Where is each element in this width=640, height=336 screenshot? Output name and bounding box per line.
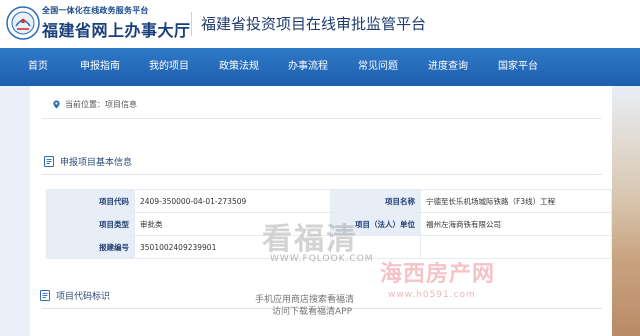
project-name-value: 宁德至长乐机场城际铁路（F3线）工程: [420, 189, 612, 213]
nav-faq[interactable]: 常见问题: [358, 48, 398, 86]
nav-my-projects[interactable]: 我的项目: [149, 48, 189, 86]
section-basic-info: 申报项目基本信息: [44, 155, 132, 168]
project-code-label: 项目代码: [46, 189, 135, 213]
header-divider: [191, 12, 192, 36]
nav-home[interactable]: 首页: [28, 48, 48, 86]
project-name-label: 项目名称: [330, 189, 421, 213]
breadcrumb: 当前位置： 项目信息: [52, 97, 137, 111]
project-type-label: 项目类型: [46, 212, 135, 236]
main-nav: 首页 申报指南 我的项目 政策法规 办事流程 常见问题 进度查询 国家平台: [0, 48, 640, 86]
project-info-table: 项目代码 2409-350000-04-01-273509 项目名称 宁德至长乐…: [46, 189, 612, 259]
report-no-label: 报建编号: [46, 235, 135, 259]
nav-national-platform[interactable]: 国家平台: [498, 48, 538, 86]
report-no-value: 3501002409239901: [134, 235, 331, 259]
legal-unit-value: 福州左海商铁有限公司: [420, 212, 612, 236]
page-backdrop-right: [612, 86, 640, 336]
document-icon: [44, 156, 54, 167]
breadcrumb-label: 当前位置：: [65, 99, 105, 109]
project-type-value: 审批类: [134, 212, 331, 236]
table-row: 项目代码 2409-350000-04-01-273509 项目名称 宁德至长乐…: [46, 189, 612, 213]
empty-cell: [420, 235, 612, 259]
location-pin-icon: [53, 99, 60, 109]
section-basic-title: 申报项目基本信息: [60, 158, 133, 168]
section-code-divider: [42, 308, 602, 309]
nav-guide[interactable]: 申报指南: [80, 48, 120, 86]
section-code-title: 项目代码标识: [56, 292, 111, 302]
page-backdrop-left: [0, 86, 30, 336]
table-row: 项目类型 审批类 项目（法人）单位 福州左海商铁有限公司: [46, 212, 612, 236]
document-icon: [40, 290, 50, 301]
breadcrumb-current: 项目信息: [105, 99, 137, 109]
section-basic-divider: [42, 174, 602, 175]
table-row: 报建编号 3501002409239901: [46, 235, 612, 259]
empty-cell: [330, 235, 421, 259]
emblem-icon: [6, 6, 40, 40]
logo-title[interactable]: 福建省网上办事大厅: [42, 17, 191, 41]
section-code: 项目代码标识: [40, 289, 110, 302]
nav-process[interactable]: 办事流程: [288, 48, 328, 86]
nav-progress[interactable]: 进度查询: [428, 48, 468, 86]
logo-subtitle: 全国一体化在线政务服务平台: [42, 6, 149, 15]
platform-title: 福建省投资项目在线审批监管平台: [201, 15, 427, 33]
nav-policies[interactable]: 政策法规: [219, 48, 259, 86]
legal-unit-label: 项目（法人）单位: [330, 212, 421, 236]
breadcrumb-divider: [42, 118, 602, 119]
project-code-value: 2409-350000-04-01-273509: [134, 189, 331, 213]
site-header: 全国一体化在线政务服务平台 福建省网上办事大厅 福建省投资项目在线审批监管平台: [0, 0, 640, 48]
